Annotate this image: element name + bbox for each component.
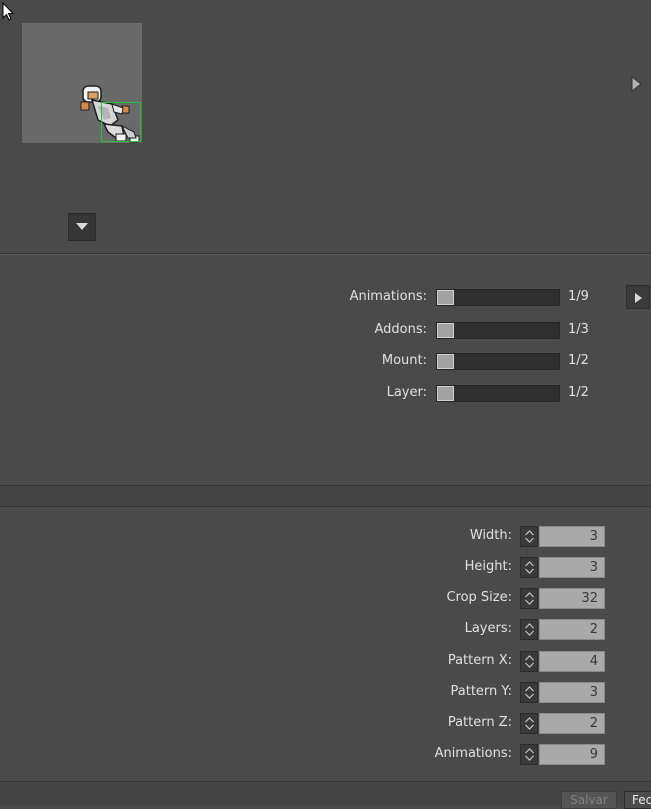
pattern-x-input[interactable]: 4 (539, 651, 605, 672)
play-button[interactable] (626, 285, 650, 309)
width-spin-arrows[interactable] (520, 526, 538, 547)
property-label-crop-size: Crop Size: (446, 590, 512, 605)
mouse-cursor-icon (2, 2, 15, 21)
spin-arrows-icon (525, 561, 534, 574)
spin-arrows-icon (525, 655, 534, 668)
property-label-height: Height: (464, 559, 512, 574)
triangle-down-icon (76, 223, 88, 230)
close-button[interactable]: Fechar (624, 791, 651, 809)
dropdown-button[interactable] (68, 213, 96, 241)
pattern-x-spin-arrows[interactable] (520, 651, 538, 672)
section-band (0, 486, 651, 506)
layer-slider[interactable] (436, 385, 560, 402)
property-label-layers: Layers: (464, 621, 512, 636)
footer-bar (0, 783, 651, 805)
spin-arrows-icon (525, 748, 534, 761)
spin-arrows-icon (525, 592, 534, 605)
section-divider-highlight (0, 254, 651, 255)
save-button[interactable]: Salvar (561, 791, 617, 809)
slider-value-mount: 1/2 (568, 353, 589, 368)
slider-value-layer: 1/2 (568, 385, 589, 400)
pattern-y-spin-arrows[interactable] (520, 682, 538, 703)
spin-arrows-icon (525, 623, 534, 636)
property-label-animations: Animations: (434, 746, 512, 761)
slider-label-addons: Addons: (374, 322, 427, 337)
slider-label-animations: Animations: (349, 289, 427, 304)
animations-input[interactable]: 9 (539, 744, 605, 765)
slider-value-addons: 1/3 (568, 322, 589, 337)
play-icon (635, 293, 642, 303)
height-spin-arrows[interactable] (520, 557, 538, 578)
slider-handle[interactable] (437, 290, 454, 305)
spin-arrows-icon (525, 530, 534, 543)
width-input[interactable]: 3 (539, 526, 605, 547)
property-label-pattern-z: Pattern Z: (447, 715, 512, 730)
sprite-selection-box (101, 102, 141, 142)
slider-value-animations: 1/9 (568, 289, 589, 304)
height-input[interactable]: 3 (539, 557, 605, 578)
spin-arrows-icon (525, 717, 534, 730)
slider-handle[interactable] (437, 386, 454, 401)
layers-spin-arrows[interactable] (520, 619, 538, 640)
addons-slider[interactable] (436, 322, 560, 339)
section-divider (0, 506, 651, 507)
slider-handle[interactable] (437, 323, 454, 338)
crop-size-spin-arrows[interactable] (520, 588, 538, 609)
triangle-right-icon[interactable] (630, 76, 642, 92)
animations-slider[interactable] (436, 289, 560, 306)
animations-spin-arrows[interactable] (520, 744, 538, 765)
property-label-width: Width: (469, 528, 512, 543)
pattern-z-input[interactable]: 2 (539, 713, 605, 734)
property-label-pattern-y: Pattern Y: (450, 684, 513, 699)
mount-slider[interactable] (436, 353, 560, 370)
spin-arrows-icon (525, 686, 534, 699)
slider-label-layer: Layer: (386, 385, 427, 400)
property-label-pattern-x: Pattern X: (447, 653, 512, 668)
pattern-z-spin-arrows[interactable] (520, 713, 538, 734)
pattern-y-input[interactable]: 3 (539, 682, 605, 703)
section-divider (0, 781, 651, 782)
layers-input[interactable]: 2 (539, 619, 605, 640)
slider-label-mount: Mount: (381, 353, 427, 368)
crop-size-input[interactable]: 32 (539, 588, 605, 609)
slider-handle[interactable] (437, 354, 454, 369)
